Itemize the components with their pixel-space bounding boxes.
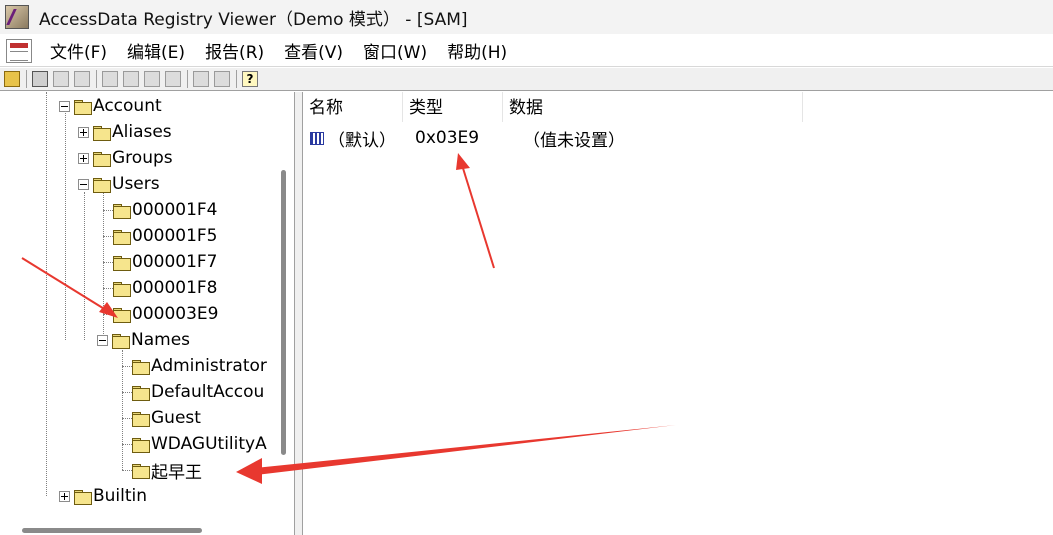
registry-tree[interactable]: Account Aliases Groups Users 000001F4 00… <box>0 92 294 535</box>
tree-connector <box>103 262 113 263</box>
collapse-icon[interactable] <box>97 334 108 346</box>
tree-node-names[interactable]: Names <box>97 327 190 353</box>
tree-node-administrator[interactable]: Administrator <box>132 353 267 379</box>
tree-node-defaultaccount[interactable]: DefaultAccou <box>132 379 264 405</box>
find-icon[interactable] <box>53 71 69 87</box>
tree-connector <box>103 236 113 237</box>
folder-icon <box>132 437 150 453</box>
tree-connector <box>122 418 132 419</box>
tree-connector <box>122 470 132 471</box>
tree-connector <box>103 210 113 211</box>
toolbar-separator <box>26 70 27 88</box>
tree-connector <box>84 192 85 340</box>
tree-node-000001f7[interactable]: 000001F7 <box>113 249 218 275</box>
value-name: （默认） <box>328 130 396 151</box>
export-icon[interactable] <box>102 71 118 87</box>
print-icon[interactable] <box>32 71 48 87</box>
folder-open-icon <box>74 99 92 115</box>
title-bar: AccessData Registry Viewer（Demo 模式） - [S… <box>0 0 1053 34</box>
menu-edit[interactable]: 编辑(E) <box>117 38 195 63</box>
toolbar-separator <box>236 70 237 88</box>
key-icon[interactable] <box>74 71 90 87</box>
tree-node-users[interactable]: Users <box>78 171 160 197</box>
document-icon[interactable] <box>6 38 32 63</box>
tree-node-aliases[interactable]: Aliases <box>78 119 172 145</box>
values-list[interactable]: 名称 类型 数据 （默认） 0x03E9 （值未设置） <box>303 92 1053 535</box>
folder-icon <box>132 463 150 479</box>
tree-node-groups[interactable]: Groups <box>78 145 173 171</box>
folder-icon <box>132 385 150 401</box>
menu-help[interactable]: 帮助(H) <box>437 38 517 63</box>
tree-connector <box>103 288 113 289</box>
tree-node-000003e9[interactable]: 000003E9 <box>113 301 218 327</box>
tree-node-account[interactable]: Account <box>59 93 162 119</box>
folder-icon <box>132 411 150 427</box>
folder-icon <box>132 359 150 375</box>
tree-node-builtin[interactable]: Builtin <box>59 483 147 509</box>
folder-icon <box>113 229 131 245</box>
tree-connector <box>46 92 47 496</box>
list-header: 名称 类型 数据 <box>303 92 1053 122</box>
tree-node-wdagutilityaccount[interactable]: WDAGUtilityA <box>132 431 267 457</box>
tree-connector <box>122 392 132 393</box>
binary-value-icon <box>310 131 324 145</box>
toolbar-separator <box>187 70 188 88</box>
collapse-icon[interactable] <box>78 178 89 190</box>
tree-node-000001f5[interactable]: 000001F5 <box>113 223 218 249</box>
window-title: AccessData Registry Viewer（Demo 模式） - [S… <box>39 9 468 30</box>
connect-icon[interactable] <box>193 71 209 87</box>
folder-open-icon <box>93 177 111 193</box>
tree-connector <box>122 350 123 470</box>
edit-icon[interactable] <box>144 71 160 87</box>
tree-node-guest[interactable]: Guest <box>132 405 201 431</box>
folder-icon <box>93 125 111 141</box>
value-data: （值未设置） <box>523 130 625 151</box>
folder-icon <box>113 281 131 297</box>
report-icon[interactable] <box>123 71 139 87</box>
app-icon[interactable] <box>5 5 29 29</box>
tree-connector <box>65 110 66 340</box>
folder-icon <box>113 255 131 271</box>
collapse-icon[interactable] <box>59 100 70 112</box>
expand-icon[interactable] <box>78 152 89 164</box>
column-data[interactable]: 数据 <box>503 92 803 122</box>
copy-icon[interactable] <box>165 71 181 87</box>
tree-horizontal-scrollbar[interactable] <box>22 528 202 533</box>
folder-icon <box>93 151 111 167</box>
tree-node-000001f4[interactable]: 000001F4 <box>113 197 218 223</box>
tree-connector <box>122 366 132 367</box>
tree-node-000001f8[interactable]: 000001F8 <box>113 275 218 301</box>
column-type[interactable]: 类型 <box>403 92 503 122</box>
folder-icon <box>113 203 131 219</box>
help-icon[interactable]: ? <box>242 71 258 87</box>
expand-icon[interactable] <box>59 490 70 502</box>
menu-report[interactable]: 报告(R) <box>195 38 274 63</box>
toolbar-separator <box>96 70 97 88</box>
tree-connector <box>103 192 104 340</box>
list-item[interactable]: （默认） 0x03E9 （值未设置） <box>303 124 625 152</box>
open-icon[interactable] <box>4 71 20 87</box>
column-name[interactable]: 名称 <box>303 92 403 122</box>
folder-open-icon <box>112 333 130 349</box>
menu-bar: 文件(F) 编辑(E) 报告(R) 查看(V) 窗口(W) 帮助(H) <box>0 35 1053 67</box>
tree-connector <box>103 314 113 315</box>
folder-icon <box>113 307 131 323</box>
menu-window[interactable]: 窗口(W) <box>353 38 437 63</box>
disconnect-icon[interactable] <box>214 71 230 87</box>
value-type: 0x03E9 <box>415 128 480 148</box>
toolbar: ? <box>0 68 1053 91</box>
pane-splitter[interactable] <box>294 92 303 535</box>
menu-file[interactable]: 文件(F) <box>40 38 117 63</box>
tree-vertical-scrollbar[interactable] <box>281 170 286 455</box>
tree-connector <box>122 444 132 445</box>
expand-icon[interactable] <box>78 126 89 138</box>
folder-icon <box>74 489 92 505</box>
tree-node-qizaowang[interactable]: 起早王 <box>132 457 202 483</box>
menu-view[interactable]: 查看(V) <box>274 38 353 63</box>
